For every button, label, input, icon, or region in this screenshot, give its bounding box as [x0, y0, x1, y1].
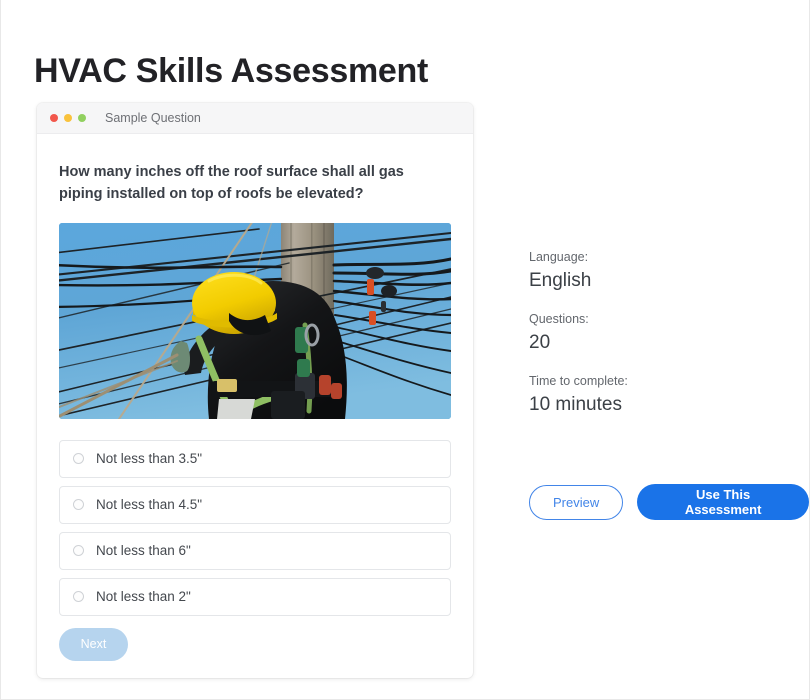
use-this-assessment-button[interactable]: Use This Assessment	[637, 484, 809, 520]
answer-option-label: Not less than 2"	[96, 589, 191, 605]
radio-icon[interactable]	[73, 499, 84, 511]
radio-icon[interactable]	[73, 545, 84, 557]
card-body: How many inches off the roof surface sha…	[37, 134, 473, 661]
language-label: Language:	[529, 250, 589, 264]
minimize-dot-icon	[64, 114, 72, 122]
question-text: How many inches off the roof surface sha…	[59, 164, 404, 203]
page-title: HVAC Skills Assessment	[34, 51, 429, 90]
close-dot-icon	[50, 114, 58, 122]
questions-value: 20	[529, 331, 551, 353]
preview-button[interactable]: Preview	[529, 484, 624, 520]
assessment-page: HVAC Skills Assessment Sample Question H…	[0, 0, 810, 700]
card-title-bar: Sample Question	[37, 103, 473, 134]
time-to-complete-value: 10 minutes	[529, 393, 622, 415]
questions-label: Questions:	[529, 311, 589, 326]
answer-option-label: Not less than 4.5"	[96, 497, 203, 513]
language-value: English	[529, 270, 592, 291]
answer-options-list: Not less than 3.5" Not less than 4.5" No…	[59, 439, 451, 616]
answer-option[interactable]: Not less than 3.5"	[59, 439, 451, 478]
lineman-on-utility-pole-photo	[59, 222, 451, 419]
action-button-row: Preview Use This Assessment	[529, 484, 809, 520]
answer-option[interactable]: Not less than 4.5"	[59, 485, 451, 524]
radio-icon[interactable]	[73, 591, 84, 603]
answer-option-label: Not less than 6"	[96, 543, 191, 559]
answer-option-label: Not less than 3.5"	[96, 451, 203, 467]
answer-option[interactable]: Not less than 6"	[59, 531, 451, 570]
card-header-title: Sample Question	[105, 111, 201, 125]
answer-option[interactable]: Not less than 2"	[59, 577, 451, 616]
meta-group-questions: Questions: 20	[529, 312, 789, 355]
radio-icon[interactable]	[73, 453, 84, 465]
assessment-meta-panel: Language: English Questions: 20 Time to …	[529, 250, 789, 416]
next-button[interactable]: Next	[59, 627, 128, 661]
window-traffic-lights	[50, 114, 86, 122]
maximize-dot-icon	[78, 114, 86, 122]
sample-question-card: Sample Question How many inches off the …	[37, 103, 473, 678]
meta-group-language: Language: English	[529, 250, 789, 293]
time-to-complete-label: Time to complete:	[529, 373, 628, 388]
meta-group-time: Time to complete: 10 minutes	[529, 374, 789, 417]
